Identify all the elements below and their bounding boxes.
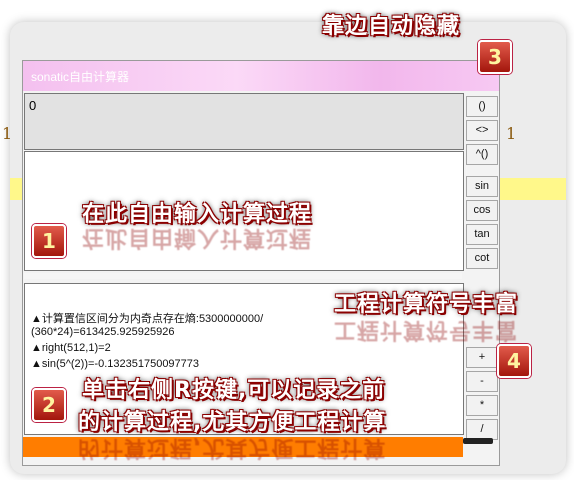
- power-button[interactable]: ^(): [466, 144, 498, 165]
- callout-record-line2: 的计算过程,尤其方便工程计算: [78, 410, 387, 435]
- plus-button[interactable]: +: [466, 347, 498, 368]
- result-display: 0: [24, 93, 464, 150]
- badge-2: 2: [32, 388, 66, 422]
- parentheses-button[interactable]: (): [466, 96, 498, 117]
- callout-symbols: 工程计算符号丰富: [334, 292, 519, 317]
- badge-4: 4: [497, 344, 531, 378]
- callout-symbols-reflection: 工程计算符号丰富: [334, 317, 519, 342]
- display-value: 0: [29, 98, 37, 113]
- callout-free-input-reflection: 在此自由输入计算过程: [82, 225, 313, 250]
- cos-button[interactable]: cos: [466, 200, 498, 221]
- badge-3: 3: [478, 40, 512, 74]
- sin-button[interactable]: sin: [466, 176, 498, 197]
- history-line: ▲计算置信区间分为内奇点存在熵:5300000000/: [31, 313, 264, 325]
- history-line: (360*24)=613425.925925926: [31, 326, 175, 338]
- tan-button[interactable]: tan: [466, 224, 498, 245]
- resize-handle[interactable]: [463, 438, 493, 444]
- cot-button[interactable]: cot: [466, 248, 498, 269]
- window-title: sonatic自由计算器: [31, 70, 130, 84]
- separator-strip: [24, 273, 462, 279]
- minus-button[interactable]: -: [466, 371, 498, 392]
- multiply-button[interactable]: *: [466, 395, 498, 416]
- divide-button[interactable]: /: [466, 419, 498, 440]
- callout-record-line1: 单击右侧R按键,可以记录之前: [82, 378, 386, 403]
- angle-brackets-button[interactable]: <>: [466, 120, 498, 141]
- history-line: ▲sin(5^(2))=-0.132351750097773: [31, 358, 200, 370]
- title-bar[interactable]: sonatic自由计算器: [23, 61, 499, 91]
- callout-auto-hide: 靠边自动隐藏: [322, 14, 461, 39]
- background-fragment: 1: [2, 124, 13, 143]
- background-fragment: 1: [506, 124, 517, 143]
- badge-1: 1: [32, 224, 66, 258]
- callout-record-reflection: 的计算过程,尤其方便工程计算: [78, 435, 387, 460]
- history-line: ▲right(512,1)=2: [31, 342, 111, 354]
